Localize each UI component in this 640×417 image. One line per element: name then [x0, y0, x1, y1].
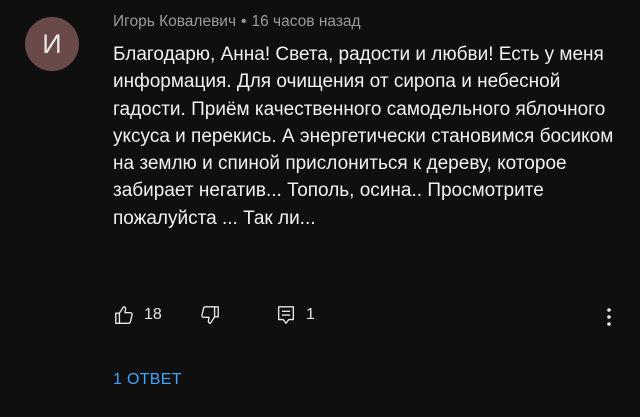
comment-time[interactable]: 16 часов назад: [251, 13, 360, 30]
comment-meta: Игорь Ковалевич • 16 часов назад: [113, 13, 361, 31]
thumb-up-icon: [113, 304, 135, 326]
avatar[interactable]: И: [25, 17, 79, 71]
more-vert-icon: [606, 308, 612, 332]
meta-separator: •: [241, 13, 247, 30]
more-options-button[interactable]: [606, 306, 612, 333]
like-button[interactable]: 18: [113, 304, 162, 326]
thumb-down-icon: [199, 304, 221, 326]
reply-button[interactable]: 1: [275, 304, 315, 326]
avatar-letter: И: [42, 28, 62, 59]
author-name[interactable]: Игорь Ковалевич: [113, 13, 236, 30]
comment-actions: 18 1: [113, 304, 623, 334]
reply-icon: [275, 304, 297, 326]
reply-count: 1: [306, 306, 315, 323]
dislike-button[interactable]: [199, 304, 221, 326]
comment-text: Благодарю, Анна! Света, радости и любви!…: [113, 44, 614, 229]
like-count: 18: [144, 306, 162, 323]
view-replies-link[interactable]: 1 ОТВЕТ: [113, 371, 182, 389]
